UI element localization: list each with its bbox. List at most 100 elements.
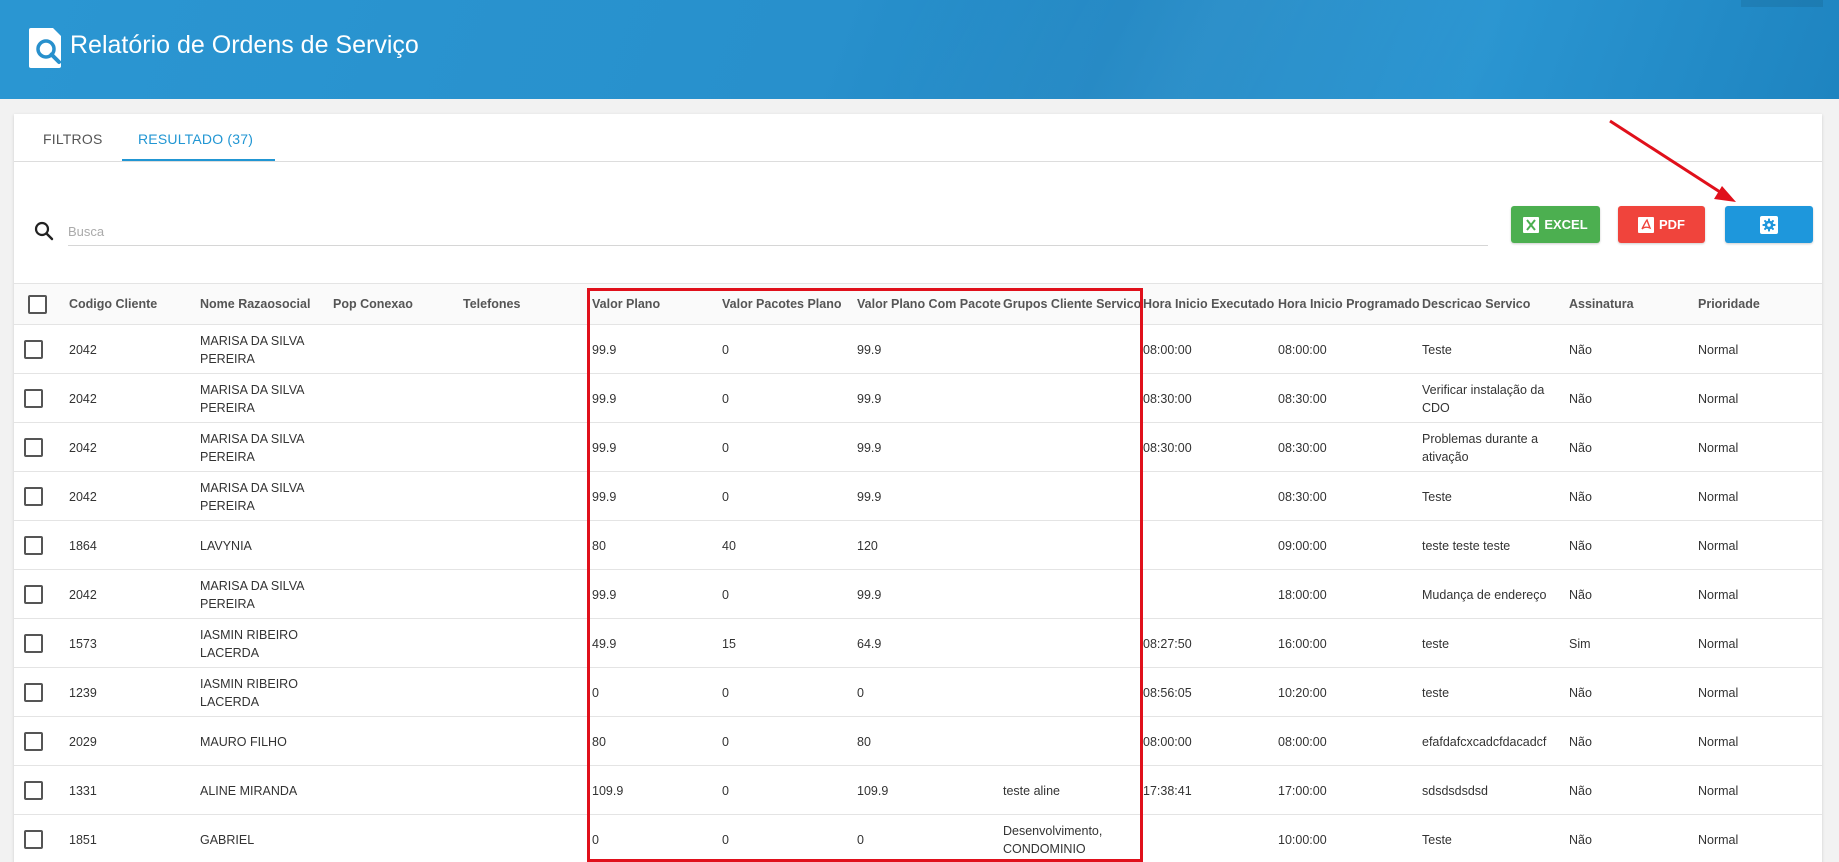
table-row[interactable]: 2029 MAURO FILHO 80 0 80 08:00:00 08:00:00 efaf… xyxy=(14,717,1822,766)
table-row[interactable]: 2042 MARISA DA SILVA PEREIRA 99.9 0 99.9 08:3… xyxy=(14,374,1822,423)
cell-valor-plano-com-pacote: 0 xyxy=(857,686,864,700)
column-header[interactable]: Hora Inicio Programado xyxy=(1278,297,1420,311)
cell-prioridade: Normal xyxy=(1698,343,1739,357)
cell-prioridade: Normal xyxy=(1698,833,1739,847)
cell-valor-pacotes-plano: 0 xyxy=(722,490,729,504)
row-checkbox[interactable] xyxy=(24,732,43,751)
cell-descricao-servico: teste xyxy=(1422,686,1450,700)
cell-codigo-cliente: 1239 xyxy=(69,686,97,700)
cell-hora-inicio-executado: 08:27:50 xyxy=(1143,637,1192,651)
table-row[interactable]: 1239 IASMIN RIBEIRO LACERDA 0 0 0 08:56:05 10:… xyxy=(14,668,1822,717)
cell-descricao-servico: efafdafcxcadcfdacadcf xyxy=(1422,735,1547,749)
export-pdf-button[interactable]: PDF xyxy=(1618,206,1705,243)
cell-prioridade: Normal xyxy=(1698,735,1739,749)
column-header[interactable]: Assinatura xyxy=(1569,297,1634,311)
table-row[interactable]: 1331 ALINE MIRANDA 109.9 0 109.9 teste aline 1… xyxy=(14,766,1822,815)
cell-valor-pacotes-plano: 15 xyxy=(722,637,736,651)
table-row[interactable]: 2042 MARISA DA SILVA PEREIRA 99.9 0 99.9 08:3… xyxy=(14,472,1822,521)
cell-codigo-cliente: 2042 xyxy=(69,588,97,602)
cell-descricao-servico: teste teste teste xyxy=(1422,539,1511,553)
cell-hora-inicio-programado: 08:30:00 xyxy=(1278,441,1327,455)
column-header[interactable]: Valor Pacotes Plano xyxy=(722,297,842,311)
table-row[interactable]: 1851 GABRIEL 0 0 0 Desenvolvimento, CONDOMINI… xyxy=(14,815,1822,862)
excel-button-label: EXCEL xyxy=(1544,217,1588,232)
cell-hora-inicio-programado: 08:30:00 xyxy=(1278,490,1327,504)
pdf-button-label: PDF xyxy=(1659,217,1685,232)
row-checkbox[interactable] xyxy=(24,830,43,849)
cell-valor-plano: 99.9 xyxy=(592,490,617,504)
cell-hora-inicio-programado: 10:20:00 xyxy=(1278,686,1327,700)
cell-valor-plano: 0 xyxy=(592,686,599,700)
cell-descricao-servico: Mudança de endereço xyxy=(1422,588,1547,602)
row-checkbox[interactable] xyxy=(24,389,43,408)
cell-descricao-servico: Problemas durante a ativação xyxy=(1422,432,1539,464)
cell-prioridade: Normal xyxy=(1698,490,1739,504)
cell-codigo-cliente: 1573 xyxy=(69,637,97,651)
cell-hora-inicio-programado: 17:00:00 xyxy=(1278,784,1327,798)
cell-valor-pacotes-plano: 0 xyxy=(722,735,729,749)
table-row[interactable]: 2042 MARISA DA SILVA PEREIRA 99.9 0 99.9 18:0… xyxy=(14,570,1822,619)
cell-prioridade: Normal xyxy=(1698,441,1739,455)
tab-filtros[interactable]: FILTROS xyxy=(43,131,102,147)
table-header: Codigo Cliente Nome Razaosocial Pop Cone… xyxy=(14,283,1822,325)
search-input[interactable] xyxy=(68,218,1488,246)
cell-codigo-cliente: 2042 xyxy=(69,392,97,406)
row-checkbox[interactable] xyxy=(24,536,43,555)
row-checkbox[interactable] xyxy=(24,634,43,653)
cell-valor-plano-com-pacote: 0 xyxy=(857,833,864,847)
cell-descricao-servico: sdsdsdsdsd xyxy=(1422,784,1489,798)
cell-nome-razaosocial: MAURO FILHO xyxy=(200,735,287,749)
cell-descricao-servico: Verificar instalação da CDO xyxy=(1422,383,1545,415)
column-header[interactable]: Telefones xyxy=(463,297,520,311)
select-all-checkbox[interactable] xyxy=(28,295,47,314)
search-icon xyxy=(34,221,54,241)
column-header[interactable]: Grupos Cliente Servico xyxy=(1003,297,1141,311)
row-checkbox[interactable] xyxy=(24,340,43,359)
cell-grupos-cliente-servico: teste aline xyxy=(1003,784,1060,798)
cell-hora-inicio-executado: 08:00:00 xyxy=(1143,735,1192,749)
cell-valor-plano-com-pacote: 80 xyxy=(857,735,871,749)
tab-bar: FILTROS RESULTADO (37) xyxy=(14,114,1822,162)
cell-assinatura: Não xyxy=(1569,539,1592,553)
cell-hora-inicio-programado: 18:00:00 xyxy=(1278,588,1327,602)
tab-resultado[interactable]: RESULTADO (37) xyxy=(138,131,253,147)
table-row[interactable]: 1573 IASMIN RIBEIRO LACERDA 49.9 15 64.9 08:2… xyxy=(14,619,1822,668)
column-settings-button[interactable] xyxy=(1725,206,1813,243)
cell-hora-inicio-programado: 16:00:00 xyxy=(1278,637,1327,651)
column-header[interactable]: Codigo Cliente xyxy=(69,297,157,311)
column-header[interactable]: Nome Razaosocial xyxy=(200,297,310,311)
cell-descricao-servico: teste xyxy=(1422,637,1450,651)
cell-nome-razaosocial: MARISA DA SILVA PEREIRA xyxy=(200,579,304,611)
cell-nome-razaosocial: MARISA DA SILVA PEREIRA xyxy=(200,432,304,464)
cell-valor-plano-com-pacote: 99.9 xyxy=(857,490,882,504)
column-header[interactable]: Valor Plano xyxy=(592,297,660,311)
row-checkbox[interactable] xyxy=(24,438,43,457)
column-header[interactable]: Valor Plano Com Pacote xyxy=(857,297,1001,311)
column-header[interactable]: Descricao Servico xyxy=(1422,297,1530,311)
cell-descricao-servico: Teste xyxy=(1422,343,1452,357)
cell-descricao-servico: Teste xyxy=(1422,833,1452,847)
column-header[interactable]: Hora Inicio Executado xyxy=(1143,297,1274,311)
cell-valor-pacotes-plano: 0 xyxy=(722,588,729,602)
cell-prioridade: Normal xyxy=(1698,686,1739,700)
cell-valor-pacotes-plano: 40 xyxy=(722,539,736,553)
cell-valor-plano: 49.9 xyxy=(592,637,617,651)
cell-hora-inicio-executado: 08:00:00 xyxy=(1143,343,1192,357)
column-header[interactable]: Prioridade xyxy=(1698,297,1760,311)
cell-valor-plano: 99.9 xyxy=(592,588,617,602)
row-checkbox[interactable] xyxy=(24,487,43,506)
cell-assinatura: Não xyxy=(1569,343,1592,357)
row-checkbox[interactable] xyxy=(24,781,43,800)
row-checkbox[interactable] xyxy=(24,683,43,702)
cell-valor-plano: 99.9 xyxy=(592,441,617,455)
row-checkbox[interactable] xyxy=(24,585,43,604)
cell-valor-plano-com-pacote: 64.9 xyxy=(857,637,882,651)
table-row[interactable]: 2042 MARISA DA SILVA PEREIRA 99.9 0 99.9 08:3… xyxy=(14,423,1822,472)
column-header[interactable]: Pop Conexao xyxy=(333,297,413,311)
active-tab-indicator xyxy=(122,159,275,161)
cell-valor-plano: 0 xyxy=(592,833,599,847)
table-row[interactable]: 1864 LAVYNIA 80 40 120 09:00:00 teste teste te… xyxy=(14,521,1822,570)
export-excel-button[interactable]: EXCEL xyxy=(1511,206,1600,243)
cell-valor-plano-com-pacote: 99.9 xyxy=(857,343,882,357)
table-row[interactable]: 2042 MARISA DA SILVA PEREIRA 99.9 0 99.9 08:0… xyxy=(14,325,1822,374)
